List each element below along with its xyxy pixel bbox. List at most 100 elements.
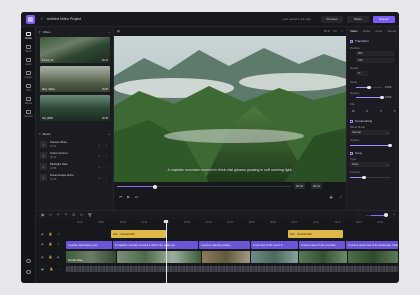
effect-clip[interactable]: Film - Vertical Shift	[288, 230, 343, 238]
timeline-ruler[interactable]: 00:0000:0100:0200:0300:0400:0500:0600:07…	[77, 222, 399, 227]
tab-color[interactable]: Color	[375, 29, 382, 35]
crop-section[interactable]: Crop	[350, 150, 396, 156]
aspect-ratio-select[interactable]: 16:9	[324, 29, 330, 33]
trim-icon[interactable]: ⊟	[72, 213, 75, 217]
subtitle-clip[interactable]: A drone view of lush mountain...	[299, 241, 345, 249]
more-icon[interactable]: + ⋮	[98, 165, 110, 169]
eye-icon[interactable]: ◉	[41, 232, 44, 236]
rail-item-images[interactable]: Images	[21, 71, 36, 79]
music-item[interactable]: ♪ Sunset Vibes 02:34 + ⋮	[40, 140, 110, 149]
position-x-input[interactable]: 960	[356, 51, 394, 56]
effect-clip[interactable]: Film - Vertical Shift	[111, 230, 166, 238]
music-item[interactable]: ♪ Dreamscape Echo 03:45 + ⋮	[40, 173, 110, 182]
subtitle-clip[interactable]: A person standing quietly...	[199, 241, 250, 249]
help-icon[interactable]	[21, 259, 36, 263]
zoom-select[interactable]: Fit	[334, 29, 337, 33]
add-icon[interactable]: +	[108, 30, 110, 34]
play-icon[interactable]: ▶	[127, 195, 130, 199]
export-button[interactable]: Export	[373, 15, 395, 23]
video-clip[interactable]	[251, 251, 298, 263]
scrubber-handle[interactable]	[153, 184, 158, 189]
back-arrow-icon[interactable]: ‹	[41, 16, 43, 22]
music-section-header[interactable]: ▾ Music +	[39, 131, 110, 137]
video-thumbnail[interactable]: Vid_0052 00:15	[40, 95, 110, 121]
transform-opacity-slider[interactable]	[356, 95, 384, 100]
lock-icon[interactable]: 🔒	[49, 242, 53, 246]
share-button[interactable]: Share	[347, 15, 369, 23]
preview-button[interactable]: Preview	[321, 15, 343, 23]
rotate-right-icon[interactable]: ↻	[393, 109, 396, 114]
project-title[interactable]: Untitled Video Project	[47, 17, 82, 21]
fullscreen-icon[interactable]: ⛶	[341, 29, 343, 33]
add-icon[interactable]: +	[108, 132, 110, 136]
rail-item-record[interactable]: Record	[21, 110, 36, 118]
rail-item-stock[interactable]: Stock	[21, 45, 36, 53]
rotate-left-icon[interactable]: ↺	[380, 109, 383, 114]
magnet-icon[interactable]: ⊓	[80, 213, 83, 217]
lock-icon[interactable]: 🔒	[49, 232, 53, 236]
timeline-playhead[interactable]	[164, 220, 168, 283]
more-icon[interactable]: + ⋮	[98, 143, 110, 147]
video-thumbnail[interactable]: Forest_01 00:12	[40, 37, 110, 63]
subtitle-clip[interactable]: A gentle mist flowing over...	[66, 241, 112, 249]
eye-icon[interactable]: ◉	[41, 242, 44, 246]
video-clip[interactable]	[117, 251, 201, 263]
more-icon[interactable]: + ⋮	[98, 176, 110, 180]
rail-item-text[interactable]: Text	[21, 84, 36, 92]
rail-item-audio[interactable]: Audio	[21, 58, 36, 66]
delete-icon[interactable]: 🗑	[88, 213, 92, 217]
timeline-zoom-slider[interactable]	[366, 213, 389, 217]
split-icon[interactable]: ✂	[49, 213, 52, 217]
rail-item-media[interactable]: Media	[21, 32, 36, 40]
video-clip[interactable]: Smooth Video	[66, 251, 116, 263]
checkbox-icon[interactable]	[350, 39, 353, 43]
expand-icon[interactable]: ⤢	[339, 195, 342, 199]
select-tool-icon[interactable]: ▣	[41, 213, 44, 217]
tab-speed[interactable]: Speed	[387, 29, 396, 35]
flip-horizontal-icon[interactable]: ⇋	[352, 109, 355, 114]
lock-icon[interactable]: 🔒	[50, 267, 54, 271]
undo-icon[interactable]: ↶	[57, 213, 60, 217]
eye-icon[interactable]: ◉	[41, 255, 44, 259]
lock-icon[interactable]: 🔒	[49, 255, 53, 259]
skip-forward-icon[interactable]: ⏭	[135, 195, 138, 199]
zoom-out-icon[interactable]: −	[359, 213, 361, 217]
checkbox-icon[interactable]	[350, 119, 353, 123]
video-clip[interactable]	[299, 251, 347, 263]
video-clip[interactable]	[348, 251, 398, 263]
video-thumbnail[interactable]: Mist_Valley 00:08	[40, 66, 110, 92]
redo-icon[interactable]: ↷	[65, 213, 68, 217]
skip-back-icon[interactable]: ⏮	[119, 195, 122, 199]
music-item[interactable]: ♪ Calm Horizon 03:12 + ⋮	[40, 151, 110, 160]
crop-type-select[interactable]: None ▾	[350, 162, 390, 167]
compositing-section[interactable]: Compositing	[350, 118, 396, 124]
video-clip[interactable]	[202, 251, 250, 263]
settings-gear-icon[interactable]	[21, 270, 36, 274]
subtitle-overlay[interactable]: A majestic mountain covered in thick mis…	[114, 168, 346, 172]
blend-mode-select[interactable]: Normal ▾	[350, 130, 390, 135]
tab-audio[interactable]: Audio	[363, 29, 371, 35]
subtitle-clip[interactable]: A majestic mountain covered in thick mis…	[113, 241, 198, 249]
checkbox-icon[interactable]	[350, 151, 353, 155]
audio-clip[interactable]	[66, 266, 398, 272]
music-item[interactable]: ♪ Midnight Rain 02:58 + ⋮	[40, 162, 110, 171]
mute-icon[interactable]: 🔈	[41, 267, 45, 271]
video-preview[interactable]: A majestic mountain covered in thick mis…	[114, 36, 346, 182]
scale-slider[interactable]	[356, 85, 382, 90]
volume-icon[interactable]: 🔈	[330, 195, 334, 199]
crop-amount-slider[interactable]	[350, 175, 390, 180]
more-icon[interactable]: + ⋮	[98, 154, 110, 158]
subtitle-clip[interactable]: A soft view of the river's fl...	[251, 241, 298, 249]
transform-section[interactable]: Transform	[350, 38, 396, 44]
rotate-input[interactable]: 0°	[356, 71, 368, 76]
flip-vertical-icon[interactable]: ⇵	[366, 109, 369, 114]
compositing-opacity-slider[interactable]	[350, 143, 392, 148]
app-logo-icon[interactable]	[26, 14, 35, 24]
zoom-in-icon[interactable]: +	[393, 213, 395, 217]
video-section-header[interactable]: ▾ Video +	[39, 29, 110, 35]
playback-scrubber[interactable]	[117, 184, 291, 189]
grid-icon[interactable]: ▦	[117, 29, 120, 33]
subtitle-clip[interactable]: A serene aerial view of the landscape, f…	[346, 241, 398, 249]
rail-item-effects[interactable]: Effects	[21, 97, 36, 105]
position-y-input[interactable]: 540	[356, 58, 394, 63]
